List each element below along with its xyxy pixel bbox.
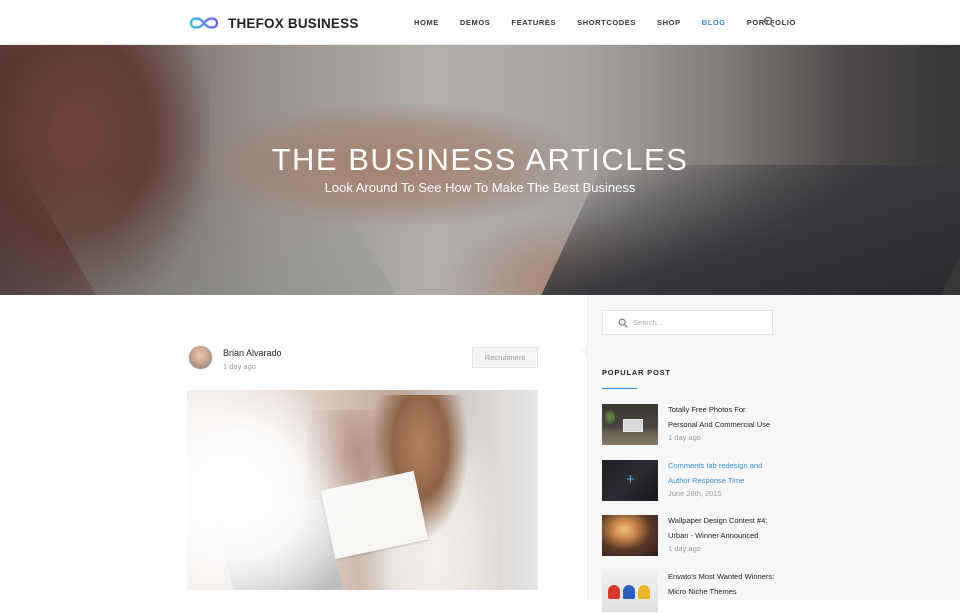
brand-name: THEFOX BUSINESS	[228, 15, 359, 31]
author-avatar[interactable]	[188, 345, 213, 370]
popular-post-heading: POPULAR POST	[602, 368, 671, 377]
sidebar-search[interactable]	[602, 310, 773, 335]
heading-underline	[602, 388, 637, 389]
nav-home[interactable]: HOME	[414, 18, 439, 27]
popular-post-item[interactable]: Envato's Most Wanted Winners: Micro Nich…	[602, 571, 777, 613]
plus-icon: +	[626, 471, 635, 488]
thumb-detail	[608, 585, 620, 599]
popular-post-title[interactable]: Comments tab redesign and Author Respons…	[668, 458, 776, 488]
popular-post-date: 1 day ago	[668, 433, 701, 442]
popular-post-title[interactable]: Totally Free Photos For Personal And Com…	[668, 402, 776, 432]
thumb-detail	[605, 410, 615, 424]
popular-post-item[interactable]: Totally Free Photos For Personal And Com…	[602, 404, 777, 446]
category-tag[interactable]: Recruitment	[472, 347, 538, 368]
thumb-detail	[623, 585, 635, 599]
author-name[interactable]: Brian Alvarado	[223, 348, 282, 358]
nav-features[interactable]: FEATURES	[511, 18, 556, 27]
post-thumbnail[interactable]	[602, 515, 658, 556]
search-icon[interactable]	[763, 16, 775, 28]
hero-title: THE BUSINESS ARTICLES	[271, 142, 689, 177]
post-featured-image[interactable]	[187, 390, 538, 590]
image-detail	[187, 390, 377, 590]
popular-post-date: 1 day ago	[668, 544, 701, 553]
thumb-detail	[623, 419, 643, 432]
popular-post-item[interactable]: + Comments tab redesign and Author Respo…	[602, 460, 777, 502]
post-thumbnail[interactable]	[602, 571, 658, 612]
search-icon	[618, 318, 628, 328]
popular-post-title[interactable]: Envato's Most Wanted Winners: Micro Nich…	[668, 569, 776, 599]
sidebar-notch	[580, 344, 587, 358]
nav-blog[interactable]: BLOG	[702, 18, 726, 27]
hero-subtitle: Look Around To See How To Make The Best …	[324, 180, 636, 195]
brand-logo[interactable]: THEFOX BUSINESS	[187, 13, 359, 33]
thumb-detail	[638, 585, 650, 599]
nav-shop[interactable]: SHOP	[657, 18, 681, 27]
post-thumbnail[interactable]: +	[602, 460, 658, 501]
popular-post-item[interactable]: Wallpaper Design Contest #4: Urban - Win…	[602, 515, 777, 557]
popular-post-date: June 28th, 2015	[668, 489, 722, 498]
nav-demos[interactable]: DEMOS	[460, 18, 491, 27]
main-nav: HOME DEMOS FEATURES SHORTCODES SHOP BLOG…	[414, 0, 817, 45]
nav-shortcodes[interactable]: SHORTCODES	[577, 18, 636, 27]
infinity-logo-icon	[189, 17, 219, 29]
post-date: 1 day ago	[223, 362, 256, 371]
post-thumbnail[interactable]	[602, 404, 658, 445]
popular-post-title[interactable]: Wallpaper Design Contest #4: Urban - Win…	[668, 513, 776, 543]
search-input[interactable]	[633, 314, 763, 331]
site-header: THEFOX BUSINESS HOME DEMOS FEATURES SHOR…	[0, 0, 960, 45]
hero-banner: THE BUSINESS ARTICLES Look Around To See…	[0, 45, 960, 295]
